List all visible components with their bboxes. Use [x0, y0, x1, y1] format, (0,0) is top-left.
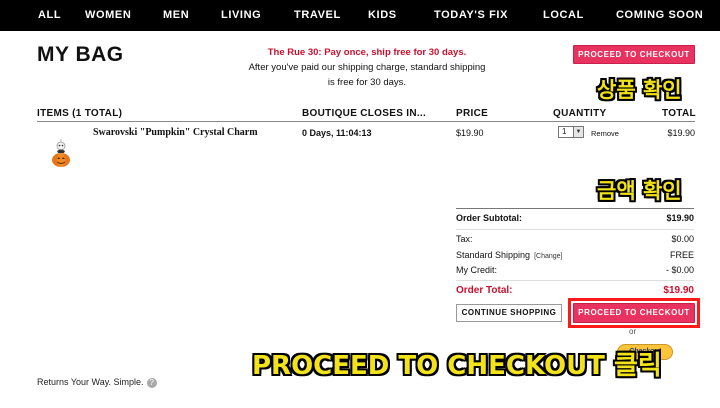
annotation-click-instruction: PROCEED TO CHECKOUT 클릭 [252, 351, 662, 381]
order-total-value: $19.90 [663, 285, 694, 296]
header-total: TOTAL [662, 108, 696, 119]
tax-value: $0.00 [671, 234, 694, 244]
subtotal-row: Order Subtotal: $19.90 [456, 213, 694, 227]
header-divider [37, 121, 695, 122]
nav-kids[interactable]: KIDS [368, 0, 397, 31]
returns-text[interactable]: Returns Your Way. Simple. [37, 377, 144, 387]
or-text: or [629, 327, 637, 336]
credit-row: My Credit: - $0.00 [456, 265, 694, 279]
shipping-promo: The Rue 30: Pay once, ship free for 30 d… [232, 45, 502, 90]
continue-shopping-button[interactable]: CONTINUE SHOPPING [456, 304, 562, 322]
nav-living[interactable]: LIVING [221, 0, 261, 31]
shipping-label: Standard Shipping [456, 250, 531, 260]
nav-women[interactable]: WOMEN [85, 0, 131, 31]
item-closes-in: 0 Days, 11:04:13 [302, 128, 372, 138]
nav-coming-soon[interactable]: COMING SOON [616, 0, 703, 31]
header-quantity: QUANTITY [553, 108, 607, 119]
quantity-select[interactable]: 1 ▼ [558, 126, 584, 138]
tax-row: Tax: $0.00 [456, 234, 694, 248]
promo-line-3: is free for 30 days. [327, 77, 407, 88]
item-name[interactable]: Swarovski "Pumpkin" Crystal Charm [93, 127, 258, 138]
nav-local[interactable]: LOCAL [543, 0, 584, 31]
subtotal-label: Order Subtotal: [456, 213, 523, 223]
header-boutique: BOUTIQUE CLOSES IN... [302, 108, 427, 119]
change-shipping-link[interactable]: [Change] [534, 253, 562, 260]
credit-label: My Credit: [456, 265, 498, 275]
shipping-value: FREE [669, 250, 694, 260]
nav-men[interactable]: MEN [163, 0, 189, 31]
remove-link[interactable]: Remove [591, 129, 619, 138]
checkout-highlight-frame [568, 298, 700, 328]
nav-travel[interactable]: TRAVEL [294, 0, 341, 31]
returns-footer: Returns Your Way. Simple.? [37, 377, 157, 388]
tax-label: Tax: [456, 234, 473, 244]
quantity-value: 1 [562, 127, 567, 136]
header-price: PRICE [456, 108, 489, 119]
promo-line-2: After you've paid our shipping charge, s… [248, 62, 486, 73]
chevron-down-icon[interactable]: ▼ [573, 127, 583, 137]
promo-highlight: The Rue 30: Pay once, ship free for 30 d… [267, 47, 467, 58]
annotation-amount-check: 금액 확인 [597, 179, 682, 203]
subtotal-value: $19.90 [666, 213, 694, 223]
summary-top-divider [456, 208, 694, 209]
item-total: $19.90 [667, 128, 695, 138]
nav-todays-fix[interactable]: TODAY'S FIX [434, 0, 508, 31]
help-icon[interactable]: ? [146, 377, 157, 388]
header-items: ITEMS (1 TOTAL) [37, 108, 123, 119]
item-price: $19.90 [456, 128, 484, 138]
credit-value: - $0.00 [665, 265, 694, 275]
top-checkout-button[interactable]: PROCEED TO CHECKOUT [573, 45, 695, 64]
page-title: MY BAG [37, 43, 124, 66]
pumpkin-charm-thumbnail[interactable] [48, 139, 74, 169]
top-navigation: ALL WOMEN MEN LIVING TRAVEL KIDS TODAY'S… [0, 0, 720, 31]
order-total-label: Order Total: [456, 285, 513, 296]
summary-divider [456, 229, 694, 230]
summary-divider-2 [456, 280, 694, 281]
order-total-row: Order Total: $19.90 [456, 285, 694, 299]
shipping-row: Standard Shipping [Change] FREE [456, 250, 694, 264]
nav-all[interactable]: ALL [38, 0, 61, 31]
annotation-product-check: 상품 확인 [597, 78, 682, 102]
